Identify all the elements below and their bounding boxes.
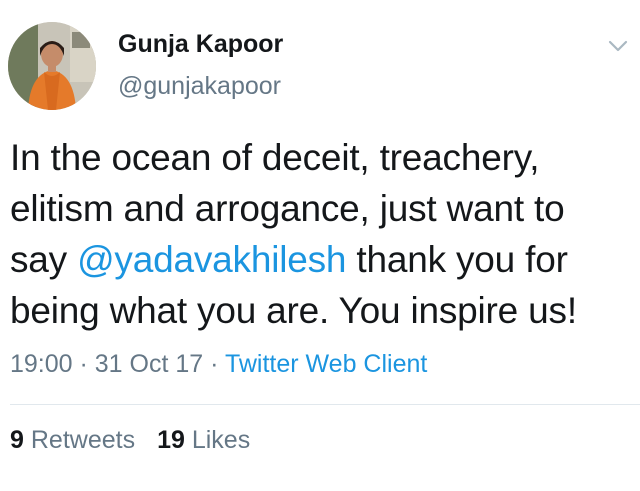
- tweet-line: being what you are. You inspire us!: [10, 290, 577, 331]
- tweet-text-fragment: say: [10, 239, 78, 280]
- tweet-text-fragment: thank you for: [346, 239, 568, 280]
- tweet-time[interactable]: 19:00: [10, 350, 73, 378]
- mention-link[interactable]: @yadavakhilesh: [77, 239, 346, 280]
- retweets-stat[interactable]: 9 Retweets: [10, 426, 135, 454]
- likes-count: 19: [157, 426, 185, 454]
- avatar[interactable]: [8, 22, 96, 110]
- likes-stat[interactable]: 19 Likes: [157, 426, 250, 454]
- meta-separator: ·: [72, 350, 95, 378]
- display-name[interactable]: Gunja Kapoor: [118, 30, 283, 59]
- meta-separator: ·: [203, 350, 225, 378]
- retweets-count: 9: [10, 426, 24, 454]
- tweet-meta: 19:00 · 31 Oct 17 · Twitter Web Client: [10, 350, 427, 379]
- chevron-down-icon[interactable]: [606, 34, 630, 58]
- user-handle[interactable]: @gunjakapoor: [118, 72, 281, 101]
- tweet-source-link[interactable]: Twitter Web Client: [225, 350, 427, 378]
- tweet-line: say @yadavakhilesh thank you for: [10, 234, 635, 285]
- likes-label: Likes: [191, 426, 251, 454]
- tweet-date[interactable]: 31 Oct 17: [95, 350, 203, 378]
- retweets-label: Retweets: [30, 426, 136, 454]
- tweet-line: elitism and arrogance, just want to: [10, 188, 565, 229]
- tweet-stats: 9 Retweets 19 Likes: [10, 426, 272, 455]
- avatar-photo: [8, 22, 96, 110]
- tweet-line: In the ocean of deceit, treachery,: [10, 137, 540, 178]
- tweet-text: In the ocean of deceit, treachery, eliti…: [10, 132, 635, 336]
- divider: [10, 404, 640, 405]
